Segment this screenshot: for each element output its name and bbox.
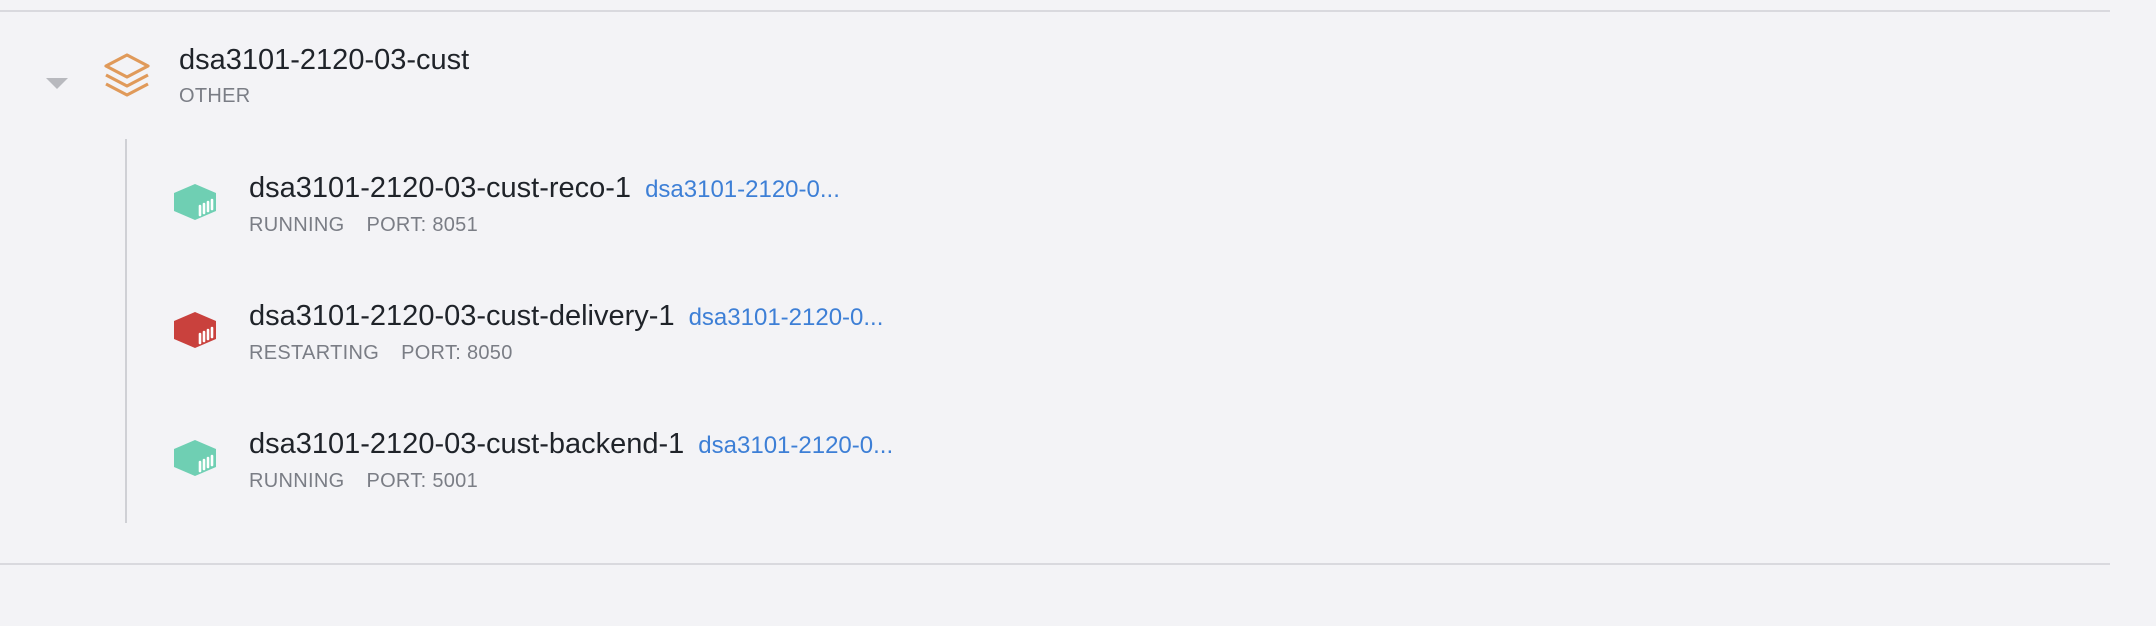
stack-row[interactable]: dsa3101-2120-03-cust OTHER	[0, 30, 2110, 130]
container-image-link[interactable]: dsa3101-2120-0...	[689, 304, 884, 331]
container-image-link[interactable]: dsa3101-2120-0...	[645, 176, 840, 203]
container-name-text: dsa3101-2120-03-cust-reco-1	[249, 172, 632, 204]
container-meta: RUNNING PORT: 5001	[249, 470, 478, 493]
compose-stack-panel: dsa3101-2120-03-cust OTHER dsa3101-2120-…	[0, 0, 2156, 626]
container-meta: RESTARTING PORT: 8050	[249, 342, 513, 365]
container-name: dsa3101-2120-03-cust-backend-1 dsa3101-21…	[249, 428, 893, 461]
stack-layers-icon	[104, 53, 150, 97]
chevron-down-icon[interactable]	[44, 74, 70, 94]
container-port: PORT: 8050	[401, 342, 513, 364]
container-status: RUNNING	[249, 214, 345, 236]
container-icon	[174, 440, 216, 476]
stack-name: dsa3101-2120-03-cust	[179, 44, 470, 76]
container-icon	[174, 184, 216, 220]
divider-top	[0, 10, 2110, 12]
stack-type-label: OTHER	[179, 85, 251, 107]
container-meta: RUNNING PORT: 8051	[249, 214, 478, 237]
container-status: RESTARTING	[249, 342, 380, 364]
container-name: dsa3101-2120-03-cust-reco-1 dsa3101-2120-…	[249, 172, 840, 205]
container-name: dsa3101-2120-03-cust-delivery-1 dsa3101-2…	[249, 300, 883, 333]
container-icon	[174, 312, 216, 348]
container-status: RUNNING	[249, 470, 345, 492]
container-port: PORT: 5001	[366, 470, 479, 492]
container-row-backend[interactable]: dsa3101-2120-03-cust-backend-1 dsa3101-21…	[160, 416, 2060, 516]
container-image-link[interactable]: dsa3101-2120-0...	[698, 432, 893, 459]
container-name-text: dsa3101-2120-03-cust-delivery-1	[249, 300, 675, 332]
container-row-delivery[interactable]: dsa3101-2120-03-cust-delivery-1 dsa3101-2…	[160, 288, 2060, 388]
tree-connector-line	[125, 139, 127, 523]
container-port: PORT: 8051	[366, 214, 479, 236]
container-name-text: dsa3101-2120-03-cust-backend-1	[249, 428, 685, 460]
divider-bottom	[0, 563, 2110, 565]
container-row-reco[interactable]: dsa3101-2120-03-cust-reco-1 dsa3101-2120-…	[160, 160, 2060, 260]
